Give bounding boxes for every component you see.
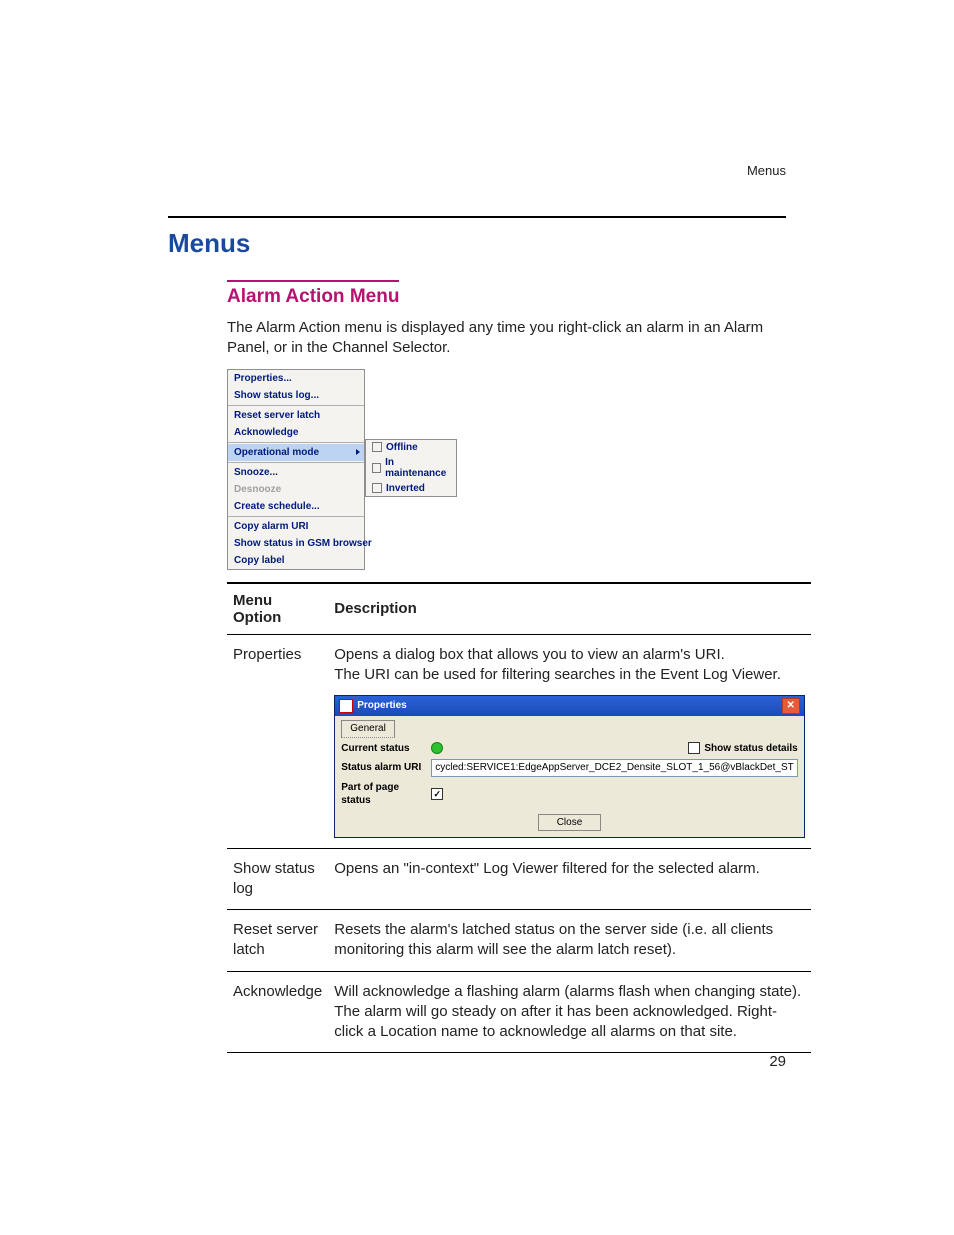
table-row: Show status logOpens an "in-context" Log… [227,848,811,910]
menu-item[interactable]: Operational mode [228,444,364,461]
menu-separator [228,516,364,517]
properties-dialog: Properties ✕ General Current status Show sta… [334,695,804,838]
cell-description: Opens a dialog box that allows you to vi… [328,634,810,848]
menu-item[interactable]: Show status log... [228,387,364,404]
checkbox-part-of-page-status[interactable]: ✓ [431,788,443,800]
close-button[interactable]: Close [538,814,602,831]
field-status-alarm-uri[interactable]: cycled:SERVICE1:EdgeAppServer_DCE2_Densi… [431,759,797,777]
cell-menu-option: Show status log [227,848,328,910]
menu-separator [228,442,364,443]
dialog-titlebar: Properties ✕ [335,696,803,716]
heading-alarm-action-menu: Alarm Action Menu [227,280,399,308]
cell-menu-option: Acknowledge [227,971,328,1053]
cell-description: Will acknowledge a flashing alarm (alarm… [328,971,810,1053]
intro-paragraph: The Alarm Action menu is displayed any t… [227,318,786,359]
table-row: Reset server latchResets the alarm's lat… [227,910,811,972]
menu-options-table: Menu Option Description PropertiesOpens … [227,582,811,1054]
status-indicator-icon [431,742,443,754]
context-menu-figure: Properties...Show status log... Reset ser… [227,369,786,570]
menu-item[interactable]: Copy label [228,552,364,569]
menu-separator [228,405,364,406]
menu-item[interactable]: Acknowledge [228,424,364,441]
menu-item[interactable]: Create schedule... [228,498,364,515]
table-row: AcknowledgeWill acknowledge a flashing a… [227,971,811,1053]
label-show-details: Show status details [704,742,797,756]
checkbox-icon [372,442,382,452]
checkbox-show-details[interactable] [688,742,700,754]
label-status-alarm-uri: Status alarm URI [341,761,425,775]
dialog-body: General Current status Show status details… [335,716,803,837]
th-description: Description [328,583,810,635]
context-submenu: OfflineIn maintenanceInverted [365,439,457,497]
close-icon[interactable]: ✕ [782,698,800,714]
menu-item[interactable]: Desnooze [228,481,364,498]
heading-menus: Menus [168,228,250,259]
tab-general[interactable]: General [341,720,395,738]
menu-item[interactable]: Properties... [228,370,364,387]
checkbox-icon [372,483,382,493]
menu-separator [228,462,364,463]
top-rule [168,216,786,218]
running-head: Menus [747,163,786,178]
content-area: Alarm Action Menu The Alarm Action menu … [227,280,786,1053]
context-menu: Properties...Show status log... Reset ser… [227,369,365,570]
submenu-item[interactable]: Inverted [366,481,456,496]
th-menu-option: Menu Option [227,583,328,635]
menu-item[interactable]: Reset server latch [228,407,364,424]
menu-item[interactable]: Snooze... [228,464,364,481]
checkbox-icon [372,463,381,473]
submenu-item[interactable]: Offline [366,440,456,455]
table-row: PropertiesOpens a dialog box that allows… [227,634,811,848]
cell-description: Opens an "in-context" Log Viewer filtere… [328,848,810,910]
app-icon [339,699,353,713]
menu-item[interactable]: Copy alarm URI [228,518,364,535]
label-part-of-page-status: Part of page status [341,781,425,808]
submenu-item[interactable]: In maintenance [366,455,456,481]
cell-menu-option: Properties [227,634,328,848]
page-number: 29 [769,1053,786,1070]
label-current-status: Current status [341,742,425,756]
menu-item[interactable]: Show status in GSM browser [228,535,364,552]
cell-description: Resets the alarm's latched status on the… [328,910,810,972]
cell-menu-option: Reset server latch [227,910,328,972]
dialog-title: Properties [357,699,406,713]
